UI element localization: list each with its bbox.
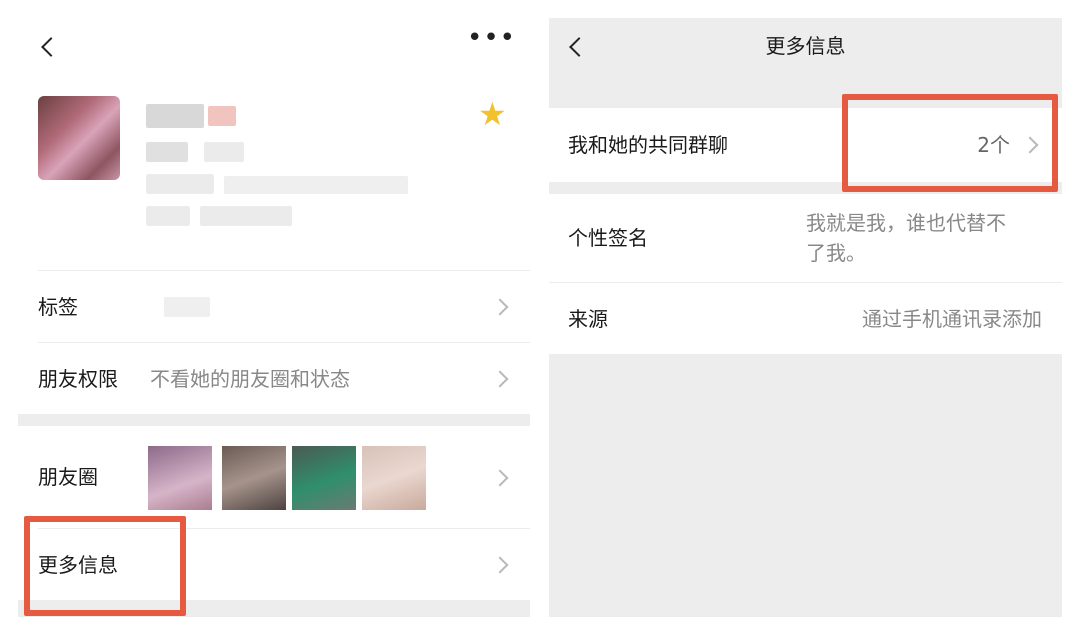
highlight-box-common-groups bbox=[842, 94, 1058, 192]
blurred-gender-badge bbox=[208, 106, 236, 126]
header: 更多信息 bbox=[549, 18, 1062, 80]
blurred-region bbox=[200, 206, 292, 226]
moments-thumbnail bbox=[148, 446, 212, 510]
permissions-label: 朋友权限 bbox=[38, 367, 118, 391]
highlight-box-more-info bbox=[24, 516, 186, 616]
blurred-wechat-id bbox=[224, 176, 408, 194]
blurred-tag-value bbox=[164, 297, 210, 317]
page-title: 更多信息 bbox=[765, 34, 846, 58]
back-arrow-icon[interactable] bbox=[41, 37, 61, 57]
moments-thumbnail bbox=[222, 446, 286, 510]
moments-label: 朋友圈 bbox=[38, 465, 98, 489]
avatar[interactable] bbox=[38, 96, 120, 180]
chevron-right-icon bbox=[491, 370, 509, 388]
blurred-wechat-id-label bbox=[146, 174, 214, 194]
more-dots-icon[interactable]: ••• bbox=[467, 25, 516, 51]
chevron-right-icon bbox=[491, 469, 509, 487]
info-list: 个性签名 我就是我，谁也代替不 了我。 来源 通过手机通讯录添加 bbox=[549, 194, 1062, 354]
blurred-nickname-2 bbox=[204, 142, 244, 162]
chevron-right-icon bbox=[491, 556, 509, 574]
permissions-row[interactable]: 朋友权限 不看她的朋友圈和状态 bbox=[38, 342, 530, 415]
blurred-name bbox=[146, 104, 204, 128]
more-info-panel: 更多信息 我和她的共同群聊 2个 个性签名 我就是我，谁也代替不 了我。 来源 … bbox=[549, 18, 1062, 617]
signature-value: 我就是我，谁也代替不 bbox=[806, 211, 1006, 235]
moments-thumbnail bbox=[292, 446, 356, 510]
common-groups-label: 我和她的共同群聊 bbox=[568, 133, 728, 157]
chevron-right-icon bbox=[491, 298, 509, 316]
permissions-value: 不看她的朋友圈和状态 bbox=[150, 367, 350, 391]
source-value: 通过手机通讯录添加 bbox=[862, 307, 1042, 331]
star-icon[interactable]: ★ bbox=[478, 98, 507, 130]
signature-value-line2: 了我。 bbox=[806, 241, 866, 265]
tags-label: 标签 bbox=[38, 295, 78, 319]
contact-profile-panel: ••• ★ 标签 朋友权限 不看她的朋友圈和状态 朋友圈 更多信息 bbox=[18, 0, 530, 617]
signature-label: 个性签名 bbox=[568, 226, 648, 250]
blurred-region-label bbox=[146, 206, 190, 226]
blurred-nickname bbox=[146, 142, 188, 162]
section-divider bbox=[18, 414, 530, 426]
moments-thumbnail bbox=[362, 446, 426, 510]
source-label: 来源 bbox=[568, 307, 608, 331]
tags-row[interactable]: 标签 bbox=[38, 270, 530, 343]
